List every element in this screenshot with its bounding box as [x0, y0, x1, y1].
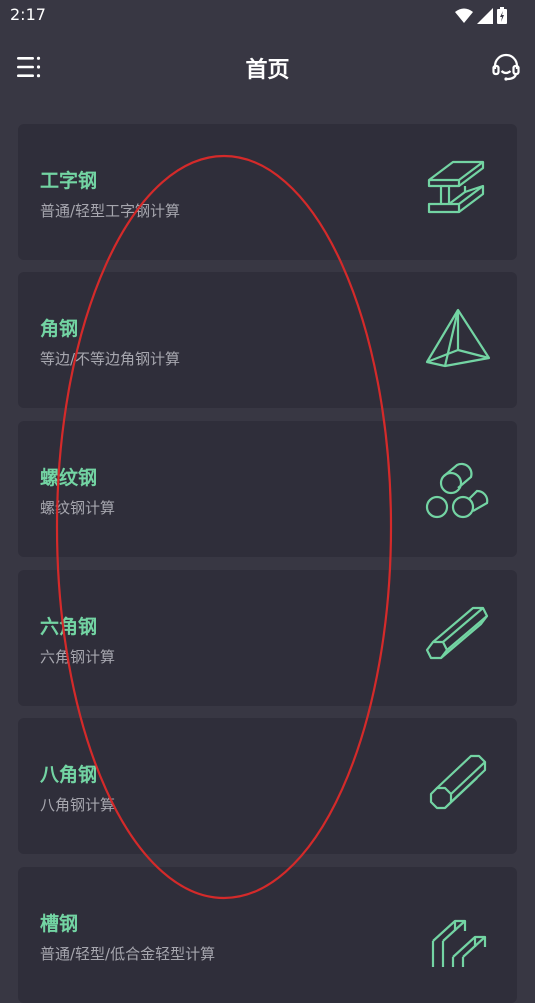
card-title: 螺纹钢 — [40, 467, 98, 489]
card-subtitle: 六角钢计算 — [40, 648, 116, 666]
rebar-icon — [425, 462, 489, 519]
card-title: 六角钢 — [40, 616, 98, 638]
card-angle-steel[interactable]: 角钢 等边/不等边角钢计算 — [18, 272, 517, 408]
card-title: 工字钢 — [40, 170, 98, 192]
card-subtitle: 普通/轻型工字钢计算 — [40, 202, 181, 220]
signal-icon — [477, 7, 493, 24]
card-channel-steel[interactable]: 槽钢 普通/轻型/低合金轻型计算 — [18, 867, 517, 1003]
card-title: 八角钢 — [40, 764, 98, 786]
card-subtitle: 等边/不等边角钢计算 — [40, 350, 181, 368]
hexagon-steel-icon — [425, 606, 489, 660]
card-title: 槽钢 — [40, 913, 79, 935]
card-i-beam[interactable]: 工字钢 普通/轻型工字钢计算 — [18, 124, 517, 260]
card-octagon-steel[interactable]: 八角钢 八角钢计算 — [18, 718, 517, 854]
i-beam-icon — [427, 160, 485, 214]
card-subtitle: 八角钢计算 — [40, 796, 116, 814]
card-subtitle: 普通/轻型/低合金轻型计算 — [40, 945, 216, 963]
channel-steel-icon — [431, 919, 487, 967]
card-rebar[interactable]: 螺纹钢 螺纹钢计算 — [18, 421, 517, 557]
page-title: 首页 — [245, 58, 290, 83]
card-hexagon-steel[interactable]: 六角钢 六角钢计算 — [18, 570, 517, 706]
wifi-icon — [455, 8, 473, 23]
status-time: 2:17 — [10, 5, 46, 24]
status-bar: 2:17 — [0, 0, 535, 32]
angle-steel-icon — [425, 308, 491, 368]
card-title: 角钢 — [40, 318, 79, 340]
card-subtitle: 螺纹钢计算 — [40, 499, 116, 517]
app-bar: 首页 — [0, 32, 535, 104]
status-icons — [455, 7, 507, 24]
customer-service-button[interactable] — [491, 52, 521, 82]
headset-icon — [492, 53, 520, 81]
battery-icon — [497, 7, 507, 24]
octagon-steel-icon — [429, 754, 487, 810]
